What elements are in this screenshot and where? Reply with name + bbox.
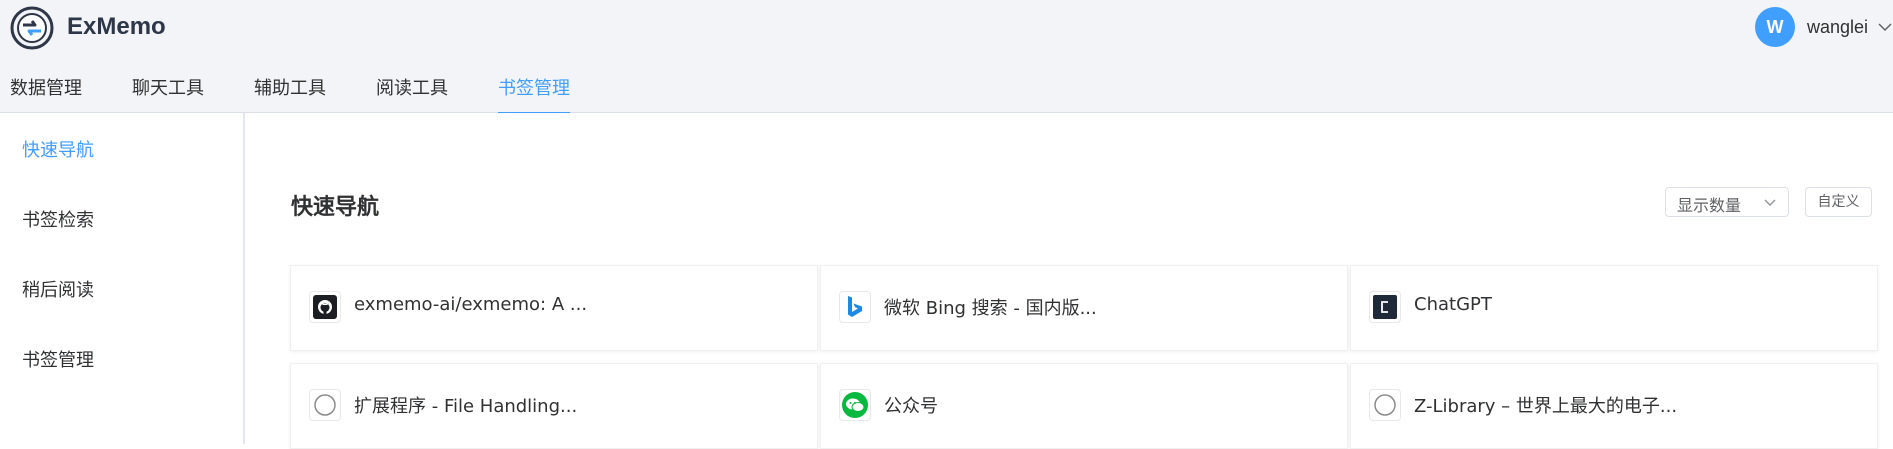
chevron-down-icon [1764,199,1776,206]
bookmark-title: 微软 Bing 搜索 - 国内版... [884,298,1097,319]
bookmark-title: exmemo-ai/exmemo: A ... [354,294,588,315]
bookmark-title: Z-Library – 世界上最大的电子... [1414,396,1678,417]
display-count-select[interactable]: 显示数量 [1665,187,1789,217]
tab-chat-tools[interactable]: 聊天工具 [132,74,204,113]
sidebar: 快速导航 书签检索 稍后阅读 书签管理 [0,113,245,444]
main-content: 快速导航 显示数量 自定义 exmemo-ai/exmemo: A ... 微软… [245,113,1893,449]
top-header: ExMemo W wanglei 数据管理 聊天工具 辅助工具 阅读工具 书签管… [0,0,1893,114]
bookmark-title: ChatGPT [1414,294,1492,315]
tab-helper-tools[interactable]: 辅助工具 [254,74,326,113]
bookmark-card[interactable]: 公众号 [820,363,1348,449]
bookmark-card[interactable]: 扩展程序 - File Handling... [290,363,818,449]
customize-button[interactable]: 自定义 [1805,187,1872,217]
chatgpt-icon [1369,291,1401,323]
bing-icon [839,291,871,323]
tab-data-management[interactable]: 数据管理 [10,74,82,113]
sidebar-item-bookmark-search[interactable]: 书签检索 [22,206,94,232]
bookmark-card[interactable]: 微软 Bing 搜索 - 国内版... [820,265,1348,351]
tab-bookmark-management[interactable]: 书签管理 [498,74,570,114]
user-menu[interactable]: W wanglei [1755,5,1892,49]
page-title: 快速导航 [291,195,380,220]
sidebar-item-bookmark-management[interactable]: 书签管理 [22,346,94,372]
sidebar-item-read-later[interactable]: 稍后阅读 [22,276,94,302]
bookmark-card[interactable]: ChatGPT [1350,265,1878,351]
default-globe-icon [309,389,341,421]
username[interactable]: wanglei [1807,17,1868,38]
bookmark-title: 扩展程序 - File Handling... [354,396,578,417]
github-icon [309,291,341,323]
bookmark-card[interactable]: exmemo-ai/exmemo: A ... [290,265,818,351]
avatar[interactable]: W [1755,7,1795,47]
sidebar-item-quick-nav[interactable]: 快速导航 [22,136,94,162]
bookmark-card[interactable]: Z-Library – 世界上最大的电子... [1350,363,1878,449]
default-globe-icon [1369,389,1401,421]
bookmark-title: 公众号 [884,396,938,417]
exmemo-logo-icon [10,6,54,50]
chevron-down-icon[interactable] [1878,22,1892,32]
app-title: ExMemo [67,13,166,40]
tab-reading-tools[interactable]: 阅读工具 [376,74,448,113]
wechat-icon [839,389,871,421]
main-tabs: 数据管理 聊天工具 辅助工具 阅读工具 书签管理 [10,74,620,114]
display-count-label: 显示数量 [1677,196,1742,215]
